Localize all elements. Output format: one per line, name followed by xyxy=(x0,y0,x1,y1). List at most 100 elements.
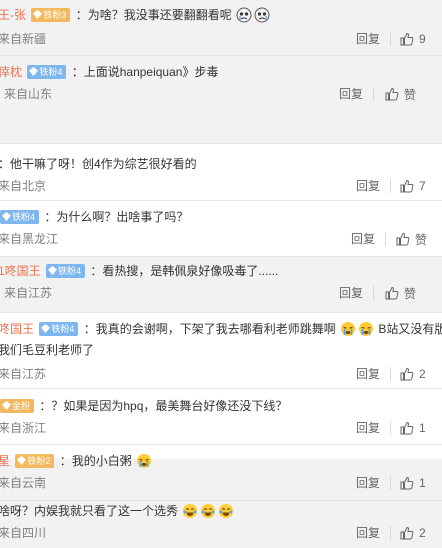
reply-button[interactable]: 回复 xyxy=(356,420,380,436)
thumbs-up-icon xyxy=(400,526,414,540)
comment-text: ：我真的会谢啊，下架了我去哪看利老师跳舞啊 xyxy=(83,322,336,336)
separator xyxy=(390,179,391,193)
like-button[interactable]: 7 xyxy=(400,178,426,194)
comment-text: ：？如果是因为hpq，最美舞台好像还没下线？ xyxy=(39,399,288,413)
comment-text: B站又没有版 xyxy=(378,322,442,336)
diamond-icon xyxy=(33,10,43,19)
laughing-face-icon xyxy=(183,504,198,518)
comment-line: 倖枕 铁粉4 ：上面说hanpeiquan》步毒 xyxy=(0,63,218,81)
location-label: 来自新疆 xyxy=(0,32,47,46)
location-label: 来自黑龙江 xyxy=(0,232,59,246)
like-count: 2 xyxy=(419,367,426,381)
like-button[interactable]: 赞 xyxy=(385,285,416,301)
like-count: 赞 xyxy=(415,232,428,247)
comment-line: ​啥呀？内娱我就只看了这一个选秀 xyxy=(0,502,235,520)
like-button[interactable]: 9 xyxy=(400,31,426,47)
thumbs-up-icon xyxy=(396,232,410,246)
comment-text: ：为什么啊？出啥事了吗？ xyxy=(44,210,189,224)
location-label: 来自江苏 xyxy=(0,367,47,381)
crying-face-icon xyxy=(236,7,252,23)
like-count: 7 xyxy=(419,179,426,193)
reply-button[interactable]: 回复 xyxy=(339,285,363,301)
like-count: 1 xyxy=(419,476,426,490)
comment-line: 星 铁粉2 ：我的小白粥 xyxy=(0,452,153,470)
diamond-icon xyxy=(41,324,51,333)
laughing-face-icon xyxy=(219,504,234,518)
diamond-icon xyxy=(48,266,58,275)
fan-badge: 铁粉4 xyxy=(27,65,67,79)
comment-list: 王-张 铁粉3 ：为啥？我没事还要翻翻看呢 来自新疆 回复 9 倖枕 铁粉4 ：… xyxy=(0,0,442,548)
comment-line: 铁粉4 ：为什么啊？出啥事了吗？ xyxy=(0,208,188,226)
divider xyxy=(0,143,442,144)
comment-text: 我们毛豆利老师了 xyxy=(0,343,95,357)
fan-badge: 铁粉4 xyxy=(39,322,79,336)
comment-line: 金粉 ：？如果是因为hpq，最美舞台好像还没下线？ xyxy=(0,397,287,415)
crying-face-icon xyxy=(254,7,270,23)
location-label: 来自北京 xyxy=(0,179,47,193)
thumbs-up-icon xyxy=(400,367,414,381)
thumbs-up-icon xyxy=(400,179,414,193)
like-count: 1 xyxy=(419,421,426,435)
separator xyxy=(390,476,391,490)
separator xyxy=(373,87,374,101)
location-label: 来自四川 xyxy=(0,526,47,540)
sob-face-icon xyxy=(341,322,356,336)
diamond-icon xyxy=(29,67,39,76)
username-link[interactable]: 倖枕 xyxy=(0,65,22,79)
like-button[interactable]: 1 xyxy=(400,420,426,436)
reply-button[interactable]: 回复 xyxy=(356,475,380,491)
like-button[interactable]: 2 xyxy=(400,366,426,382)
username-link[interactable]: 1咚国王 xyxy=(0,264,41,278)
comment-line: 咚国王 铁粉4 ：我真的会谢啊，下架了我去哪看利老师跳舞啊 B站又没有版 xyxy=(0,320,442,338)
like-button[interactable]: 赞 xyxy=(396,231,427,247)
separator xyxy=(385,232,386,246)
thumbs-up-icon xyxy=(400,32,414,46)
divider xyxy=(0,256,442,257)
separator xyxy=(390,526,391,540)
thumbs-up-icon xyxy=(385,286,399,300)
separator xyxy=(390,32,391,46)
reply-button[interactable]: 回复 xyxy=(351,231,375,247)
comment-line: ：他干嘛了呀！创4作为综艺很好看的 xyxy=(0,155,197,173)
comment-line: 王-张 铁粉3 ：为啥？我没事还要翻翻看呢 xyxy=(0,6,271,24)
fan-badge: 铁粉4 xyxy=(0,210,40,224)
divider xyxy=(0,200,442,201)
diamond-icon xyxy=(2,212,11,221)
reply-button[interactable]: 回复 xyxy=(356,366,380,382)
laughing-face-icon xyxy=(201,504,216,518)
separator xyxy=(390,421,391,435)
location-label: 来自山东 xyxy=(4,87,53,101)
location-label: 来自云南 xyxy=(0,476,47,490)
fan-badge: 铁粉3 xyxy=(31,8,71,22)
comment-text: ：上面说hanpeiquan》步毒 xyxy=(71,65,219,79)
comment-line: 1咚国王 铁粉4 ：看热搜，是韩佩泉好像吸毒了...... xyxy=(0,262,278,280)
diamond-icon xyxy=(17,456,27,465)
reply-button[interactable]: 回复 xyxy=(356,178,380,194)
like-count: 2 xyxy=(419,526,426,540)
like-count: 9 xyxy=(419,32,426,46)
comment-text: ：我的小白粥 xyxy=(59,454,132,468)
username-link[interactable]: 王-张 xyxy=(0,8,26,22)
divider xyxy=(0,500,442,501)
like-count: 赞 xyxy=(404,286,417,301)
like-button[interactable]: 2 xyxy=(400,525,426,541)
thumbs-up-icon xyxy=(400,421,414,435)
reply-button[interactable]: 回复 xyxy=(356,525,380,541)
like-button[interactable]: 赞 xyxy=(385,86,416,102)
comment-text: ​啥呀？内娱我就只看了这一个选秀 xyxy=(0,504,179,518)
separator xyxy=(390,367,391,381)
username-link[interactable]: 咚国王 xyxy=(0,322,34,336)
comment-text: ：他干嘛了呀！创4作为综艺很好看的 xyxy=(0,157,197,171)
divider xyxy=(0,312,442,313)
location-label: 来自浙江 xyxy=(0,421,47,435)
divider xyxy=(0,444,442,445)
divider xyxy=(0,388,442,389)
fan-badge: 铁粉4 xyxy=(46,264,86,278)
reply-button[interactable]: 回复 xyxy=(339,86,363,102)
location-label: 来自江苏 xyxy=(4,286,53,300)
username-link[interactable]: 星 xyxy=(0,454,10,468)
comment-line: 我们毛豆利老师了 xyxy=(0,341,94,359)
sob-face-icon xyxy=(137,454,152,468)
like-button[interactable]: 1 xyxy=(400,475,426,491)
reply-button[interactable]: 回复 xyxy=(356,31,380,47)
